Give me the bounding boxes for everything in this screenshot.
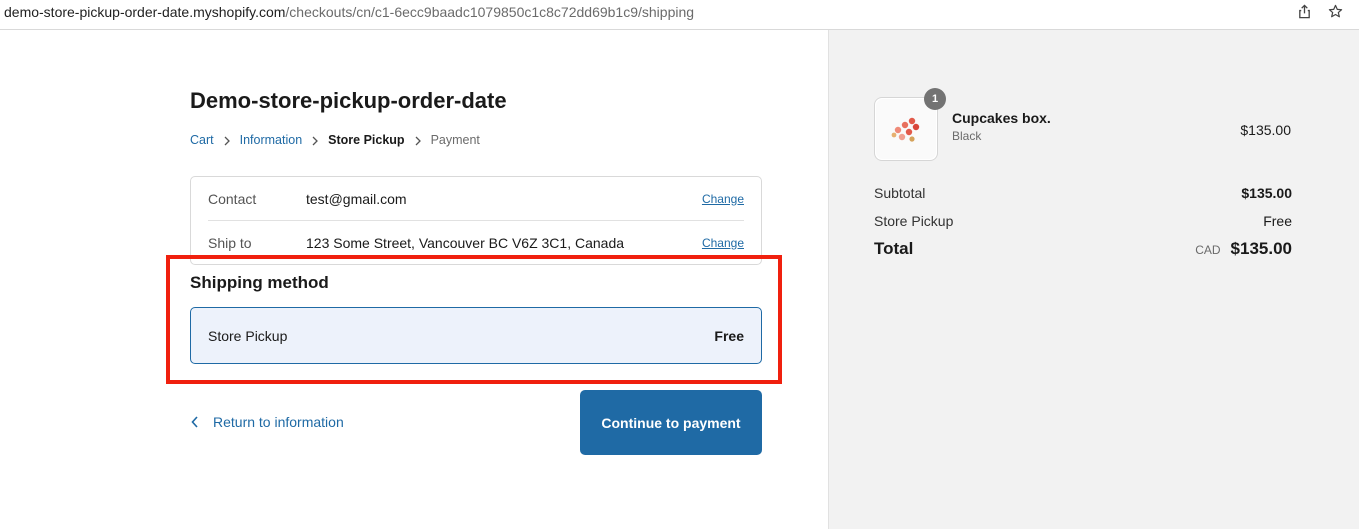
breadcrumb-cart[interactable]: Cart	[190, 133, 214, 147]
url-text[interactable]: demo-store-pickup-order-date.myshopify.c…	[4, 3, 694, 21]
shipping-option-store-pickup[interactable]: Store Pickup Free	[190, 307, 762, 364]
contact-row: Contact test@gmail.com Change	[208, 177, 744, 221]
shipping-label: Store Pickup	[874, 213, 954, 229]
product-price: $135.00	[1240, 122, 1291, 138]
order-summary: 1 Cupcakes box. Black $135.00 Subtotal $…	[828, 30, 1359, 529]
browser-url-bar[interactable]: demo-store-pickup-order-date.myshopify.c…	[0, 0, 1359, 30]
product-thumbnail: 1	[874, 88, 946, 161]
return-to-information-link[interactable]: Return to information	[190, 414, 344, 430]
chevron-right-icon	[302, 133, 328, 147]
breadcrumb-store-pickup: Store Pickup	[328, 133, 405, 147]
breadcrumb: Cart Information Store Pickup Payment	[190, 133, 480, 147]
url-host: demo-store-pickup-order-date.myshopify.c…	[4, 4, 286, 20]
shipping-option-price: Free	[714, 327, 744, 344]
contact-change-link[interactable]: Change	[702, 192, 744, 206]
star-icon[interactable]	[1328, 4, 1343, 19]
currency-code: CAD	[1195, 243, 1221, 257]
contact-label: Contact	[208, 190, 257, 207]
breadcrumb-information[interactable]: Information	[240, 133, 303, 147]
share-icon[interactable]	[1297, 4, 1312, 19]
subtotal-row: Subtotal $135.00	[874, 185, 1292, 201]
contact-value: test@gmail.com	[306, 190, 407, 207]
shipping-row: Store Pickup Free	[874, 213, 1292, 229]
shipping-option-name: Store Pickup	[208, 327, 288, 344]
quantity-badge: 1	[924, 88, 946, 110]
product-variant: Black	[952, 129, 982, 143]
total-label: Total	[874, 239, 914, 258]
total-value: $135.00	[1230, 239, 1292, 258]
chevron-right-icon	[214, 133, 240, 147]
total-row: Total CAD $135.00	[874, 239, 1292, 259]
ship-to-change-link[interactable]: Change	[702, 236, 744, 250]
store-title[interactable]: Demo-store-pickup-order-date	[190, 88, 507, 114]
ship-to-value: 123 Some Street, Vancouver BC V6Z 3C1, C…	[306, 235, 625, 251]
return-link-label: Return to information	[213, 414, 344, 430]
subtotal-label: Subtotal	[874, 185, 926, 201]
chevron-left-icon	[191, 416, 198, 428]
breadcrumb-payment: Payment	[430, 133, 480, 147]
subtotal-value: $135.00	[1241, 185, 1292, 201]
product-image	[876, 99, 936, 159]
url-path: /checkouts/cn/c1-6ecc9baadc1079850c1c8c7…	[285, 4, 695, 20]
product-name: Cupcakes box.	[952, 110, 1051, 126]
review-box: Contact test@gmail.com Change Ship to 12…	[190, 176, 762, 265]
shipping-method-heading: Shipping method	[190, 273, 329, 292]
shipping-value: Free	[1263, 213, 1292, 229]
chevron-right-icon	[405, 133, 431, 147]
continue-to-payment-button[interactable]: Continue to payment	[580, 390, 762, 455]
ship-to-label: Ship to	[208, 235, 252, 251]
